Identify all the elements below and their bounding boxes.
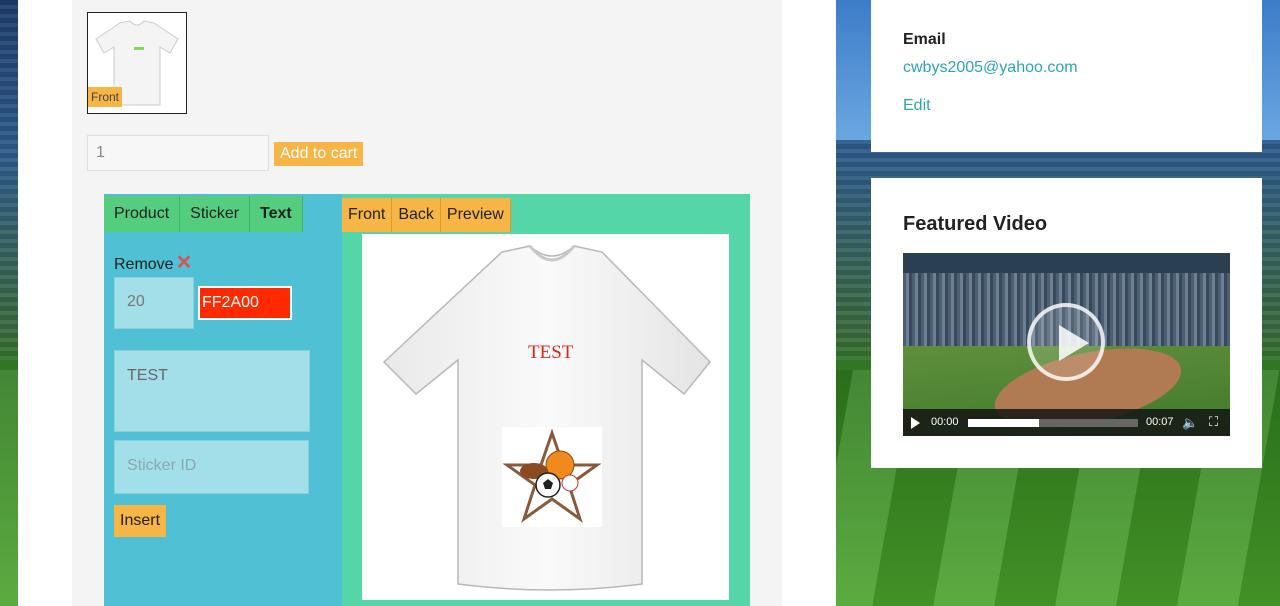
video-controls: 00:00 00:07 🔈 ⛶	[903, 409, 1230, 436]
tab-product[interactable]: Product	[104, 196, 181, 232]
thumbnail-label: Front	[88, 87, 123, 107]
tab-text[interactable]: Text	[250, 196, 303, 232]
tab-sticker[interactable]: Sticker	[180, 196, 251, 232]
tab-front[interactable]: Front	[342, 198, 393, 232]
email-label: Email	[903, 31, 946, 48]
email-link[interactable]: cwbys2005@yahoo.com	[903, 59, 1078, 77]
font-size-input[interactable]: 20	[114, 277, 194, 329]
duration: 00:07	[1146, 416, 1174, 428]
video-title: Featured Video	[903, 213, 1048, 235]
remove-text-button[interactable]: Remove ✕	[114, 250, 192, 275]
tab-back[interactable]: Back	[392, 198, 441, 232]
fullscreen-icon[interactable]: ⛶	[1209, 414, 1218, 430]
designer-controls: Product Sticker Text Remove ✕ 20 FF2A00 T…	[104, 194, 342, 606]
sports-star-logo-icon	[502, 428, 602, 523]
video-widget: Featured Video 00:00 00:07 🔈 ⛶	[871, 178, 1262, 468]
close-icon: ✕	[175, 252, 193, 274]
progress-fill	[968, 419, 1040, 427]
design-canvas[interactable]: TEST	[362, 234, 729, 600]
quantity-input[interactable]: 1	[87, 135, 269, 171]
tshirt-designer: Product Sticker Text Remove ✕ 20 FF2A00 T…	[104, 194, 750, 606]
shirt-text[interactable]: TEST	[528, 342, 573, 364]
tshirt-icon	[382, 245, 712, 591]
tab-preview[interactable]: Preview	[440, 198, 511, 232]
video-player[interactable]: 00:00 00:07 🔈 ⛶	[903, 253, 1230, 436]
color-input[interactable]: FF2A00	[198, 286, 292, 320]
product-thumbnail[interactable]: Front	[87, 12, 187, 114]
sticker-id-input[interactable]: Sticker ID	[114, 440, 309, 494]
add-to-cart-button[interactable]: Add to cart	[274, 142, 364, 166]
designer-tabs: Product Sticker Text	[104, 196, 303, 232]
edit-link[interactable]: Edit	[903, 97, 931, 115]
remove-label: Remove	[114, 256, 174, 273]
big-play-icon[interactable]	[1027, 303, 1105, 381]
sticker-image[interactable]	[502, 427, 602, 527]
email-widget: Email cwbys2005@yahoo.com Edit	[871, 0, 1262, 152]
insert-button[interactable]: Insert	[114, 505, 167, 537]
volume-icon[interactable]: 🔈	[1182, 415, 1198, 431]
play-icon[interactable]	[911, 417, 920, 429]
text-input[interactable]: TEST	[114, 350, 310, 432]
view-tabs: Front Back Preview	[342, 198, 511, 232]
current-time: 00:00	[931, 416, 959, 428]
progress-bar[interactable]	[968, 419, 1138, 427]
